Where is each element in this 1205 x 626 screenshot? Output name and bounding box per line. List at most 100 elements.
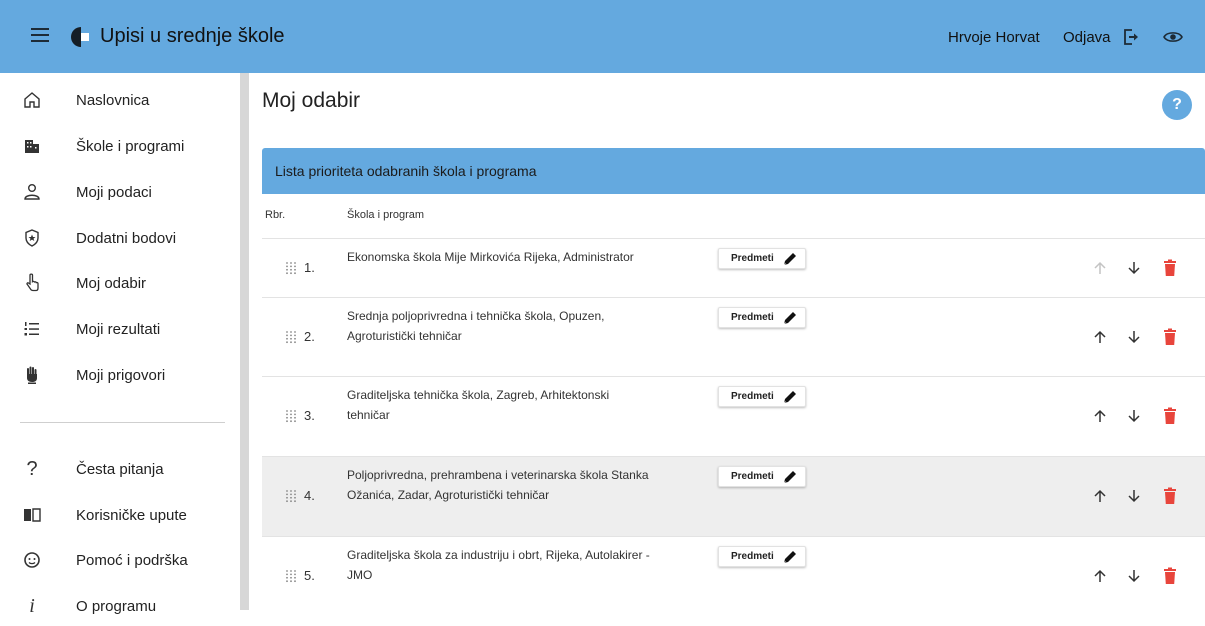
move-down-icon[interactable]: [1126, 488, 1142, 504]
move-down-icon[interactable]: [1126, 260, 1142, 276]
top-app-bar: Upisi u srednje škole Hrvoje Horvat Odja…: [0, 0, 1205, 73]
menu-icon[interactable]: [31, 28, 49, 42]
sidebar-item-label: Moji rezultati: [76, 320, 161, 338]
move-up-icon[interactable]: [1092, 408, 1108, 424]
eye-icon[interactable]: [1163, 28, 1183, 46]
move-down-icon[interactable]: [1126, 408, 1142, 424]
question-icon: ?: [26, 457, 38, 480]
table-row[interactable]: 2. Srednja poljoprivredna i tehnička škol…: [262, 297, 1205, 376]
school-line-2: Agroturistički tehničar: [347, 329, 462, 343]
support-icon: [24, 552, 40, 568]
predmeti-button[interactable]: Predmeti: [718, 466, 806, 487]
book-icon: [24, 508, 41, 522]
predmeti-label: Predmeti: [731, 471, 774, 482]
predmeti-button[interactable]: Predmeti: [718, 386, 806, 407]
column-header-school: Škola i program: [347, 209, 425, 221]
info-icon: i: [29, 594, 35, 617]
delete-icon[interactable]: [1163, 407, 1177, 425]
table-row[interactable]: 5. Graditeljska škola za industriju i obr…: [262, 536, 1205, 610]
predmeti-button[interactable]: Predmeti: [718, 546, 806, 567]
school-line-1: Srednja poljoprivredna i tehnička škola,…: [347, 309, 605, 323]
school-line-2: Ožanića, Zadar, Agroturistički tehničar: [347, 488, 550, 502]
page-title: Moj odabir: [262, 89, 361, 112]
move-down-icon[interactable]: [1126, 568, 1142, 584]
sidebar-item-korisnicke-upute[interactable]: Korisničke upute: [0, 495, 240, 535]
move-up-icon[interactable]: [1092, 488, 1108, 504]
table-row[interactable]: 1. Ekonomska škola Mije Mirkovića Rijeka,…: [262, 238, 1205, 297]
predmeti-label: Predmeti: [731, 312, 774, 323]
sidebar-item-moji-prigovori[interactable]: Moji prigovori: [0, 355, 240, 395]
table-row[interactable]: 4. Poljoprivredna, prehrambena i veterina…: [262, 456, 1205, 536]
predmeti-button[interactable]: Predmeti: [718, 248, 806, 269]
sidebar-item-label: O programu: [76, 597, 157, 615]
help-button[interactable]: ?: [1162, 90, 1192, 120]
logo-icon: [71, 27, 89, 47]
table-row[interactable]: 3. Graditeljska tehnička škola, Zagreb, A…: [262, 376, 1205, 456]
row-number: 5.: [304, 568, 315, 583]
app-title[interactable]: Upisi u srednje škole: [100, 25, 285, 48]
predmeti-label: Predmeti: [731, 391, 774, 402]
pencil-icon: [783, 471, 796, 484]
row-number: 2.: [304, 329, 315, 344]
sidebar: Naslovnica Škole i programi Moji podaci …: [0, 73, 250, 617]
school-program: Graditeljska škola za industriju i obrt,…: [347, 545, 697, 585]
badge-star-icon: [25, 229, 39, 247]
delete-icon[interactable]: [1163, 567, 1177, 585]
hand-pointer-icon: [26, 273, 39, 292]
school-line-1: Ekonomska škola Mije Mirkovića Rijeka, A…: [347, 250, 634, 264]
predmeti-label: Predmeti: [731, 253, 774, 264]
sidebar-item-label: Moji podaci: [76, 183, 152, 201]
move-up-icon[interactable]: [1092, 568, 1108, 584]
school-line-1: Graditeljska škola za industriju i obrt,…: [347, 548, 650, 562]
school-line-2: JMO: [347, 568, 373, 582]
sidebar-divider: [20, 422, 225, 423]
school-line-1: Poljoprivredna, prehrambena i veterinars…: [347, 468, 649, 482]
sidebar-item-label: Moji prigovori: [76, 366, 166, 384]
sidebar-item-moji-rezultati[interactable]: Moji rezultati: [0, 309, 240, 349]
move-up-icon[interactable]: [1092, 260, 1108, 276]
school-program: Srednja poljoprivredna i tehnička škola,…: [347, 306, 697, 346]
pencil-icon: [783, 312, 796, 325]
row-number: 4.: [304, 488, 315, 503]
drag-handle-icon[interactable]: [284, 261, 298, 275]
card-title: Lista prioriteta odabranih škola i progr…: [275, 163, 537, 179]
sidebar-item-naslovnica[interactable]: Naslovnica: [0, 80, 240, 120]
move-down-icon[interactable]: [1126, 329, 1142, 345]
row-number: 3.: [304, 408, 315, 423]
sidebar-item-label: Korisničke upute: [76, 506, 187, 524]
drag-handle-icon[interactable]: [284, 489, 298, 503]
sidebar-item-o-programu[interactable]: i O programu: [0, 586, 240, 626]
school-program: Ekonomska škola Mije Mirkovića Rijeka, A…: [347, 247, 697, 267]
pencil-icon: [783, 253, 796, 266]
school-line-2: tehničar: [347, 408, 390, 422]
home-icon: [24, 92, 40, 108]
move-up-icon[interactable]: [1092, 329, 1108, 345]
sidebar-item-dodatni-bodovi[interactable]: Dodatni bodovi: [0, 218, 240, 258]
sidebar-item-moj-odabir[interactable]: Moj odabir: [0, 263, 240, 303]
school-program: Poljoprivredna, prehrambena i veterinars…: [347, 465, 697, 505]
sidebar-scrollbar[interactable]: [240, 73, 249, 610]
delete-icon[interactable]: [1163, 487, 1177, 505]
sidebar-item-moji-podaci[interactable]: Moji podaci: [0, 172, 240, 212]
list-numbered-icon: [24, 322, 39, 336]
school-line-1: Graditeljska tehnička škola, Zagreb, Arh…: [347, 388, 610, 402]
sidebar-item-label: Pomoć i podrška: [76, 551, 188, 569]
column-header-rbr: Rbr.: [265, 209, 286, 221]
sidebar-item-label: Naslovnica: [76, 91, 150, 109]
drag-handle-icon[interactable]: [284, 569, 298, 583]
delete-icon[interactable]: [1163, 259, 1177, 277]
sidebar-item-pomoc[interactable]: Pomoć i podrška: [0, 540, 240, 580]
logout-link[interactable]: Odjava: [1063, 29, 1111, 46]
sidebar-item-skole[interactable]: Škole i programi: [0, 126, 240, 166]
sidebar-item-cesta-pitanja[interactable]: ? Česta pitanja: [0, 449, 240, 489]
predmeti-button[interactable]: Predmeti: [718, 307, 806, 328]
sidebar-item-label: Česta pitanja: [76, 460, 164, 478]
delete-icon[interactable]: [1163, 328, 1177, 346]
user-name[interactable]: Hrvoje Horvat: [948, 29, 1040, 46]
drag-handle-icon[interactable]: [284, 330, 298, 344]
drag-handle-icon[interactable]: [284, 409, 298, 423]
building-icon: [25, 140, 39, 153]
logout-icon[interactable]: [1121, 27, 1141, 47]
sidebar-item-label: Škole i programi: [76, 137, 185, 155]
sidebar-item-label: Dodatni bodovi: [76, 229, 177, 247]
